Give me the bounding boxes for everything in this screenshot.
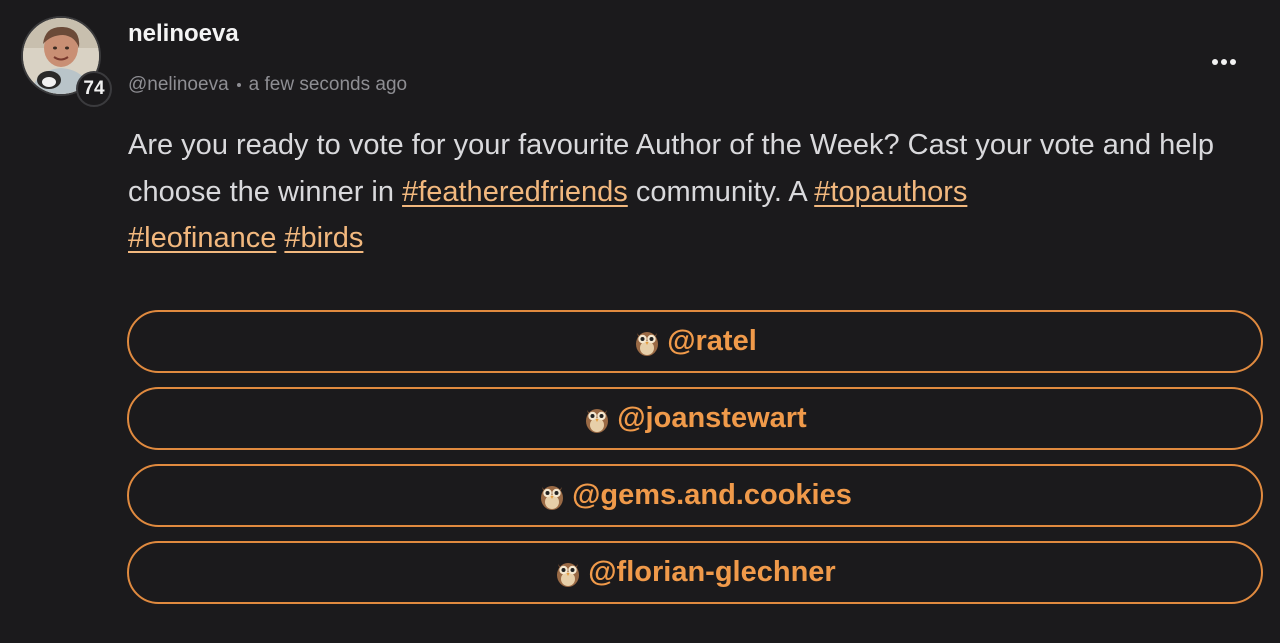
poll-option-gems-and-cookies[interactable]: @gems.and.cookies xyxy=(127,464,1263,527)
separator-dot xyxy=(236,83,241,87)
hashtag-topauthors[interactable]: #topauthors xyxy=(814,176,967,208)
poll-option-label: @ratel xyxy=(667,325,757,357)
post-text: community. A xyxy=(627,175,815,208)
author-display-name[interactable]: nelinoeva xyxy=(128,20,239,48)
poll-option-joanstewart[interactable]: @joanstewart xyxy=(127,387,1263,450)
author-handle[interactable]: @nelinoeva xyxy=(128,74,229,96)
poll-option-label: @florian-glechner xyxy=(588,556,836,588)
post-timestamp[interactable]: a few seconds ago xyxy=(249,74,407,96)
owl-icon xyxy=(541,485,564,510)
owl-icon xyxy=(636,331,659,356)
author-avatar[interactable]: 74 xyxy=(21,16,112,107)
poll-option-label: @gems.and.cookies xyxy=(572,479,852,511)
poll: @ratel @joanstewart @gems.and.cookies @f… xyxy=(127,310,1263,618)
poll-option-ratel[interactable]: @ratel xyxy=(127,310,1263,373)
poll-option-florian-glechner[interactable]: @florian-glechner xyxy=(127,541,1263,604)
post-body: Are you ready to vote for your favourite… xyxy=(128,122,1258,262)
hashtag-leofinance[interactable]: #leofinance xyxy=(128,222,276,254)
more-dot-icon xyxy=(1221,59,1227,65)
owl-icon xyxy=(557,562,580,587)
owl-icon xyxy=(586,408,609,433)
hashtag-featheredfriends[interactable]: #featheredfriends xyxy=(402,176,628,208)
hashtag-birds[interactable]: #birds xyxy=(284,222,363,254)
poll-option-label: @joanstewart xyxy=(617,402,807,434)
post-meta: @nelinoeva a few seconds ago xyxy=(128,74,407,96)
reputation-badge: 74 xyxy=(76,71,112,107)
more-dot-icon xyxy=(1230,59,1236,65)
more-dot-icon xyxy=(1212,59,1218,65)
post-card: 74 nelinoeva @nelinoeva a few seconds ag… xyxy=(0,0,1280,643)
more-options-button[interactable] xyxy=(1206,48,1242,76)
